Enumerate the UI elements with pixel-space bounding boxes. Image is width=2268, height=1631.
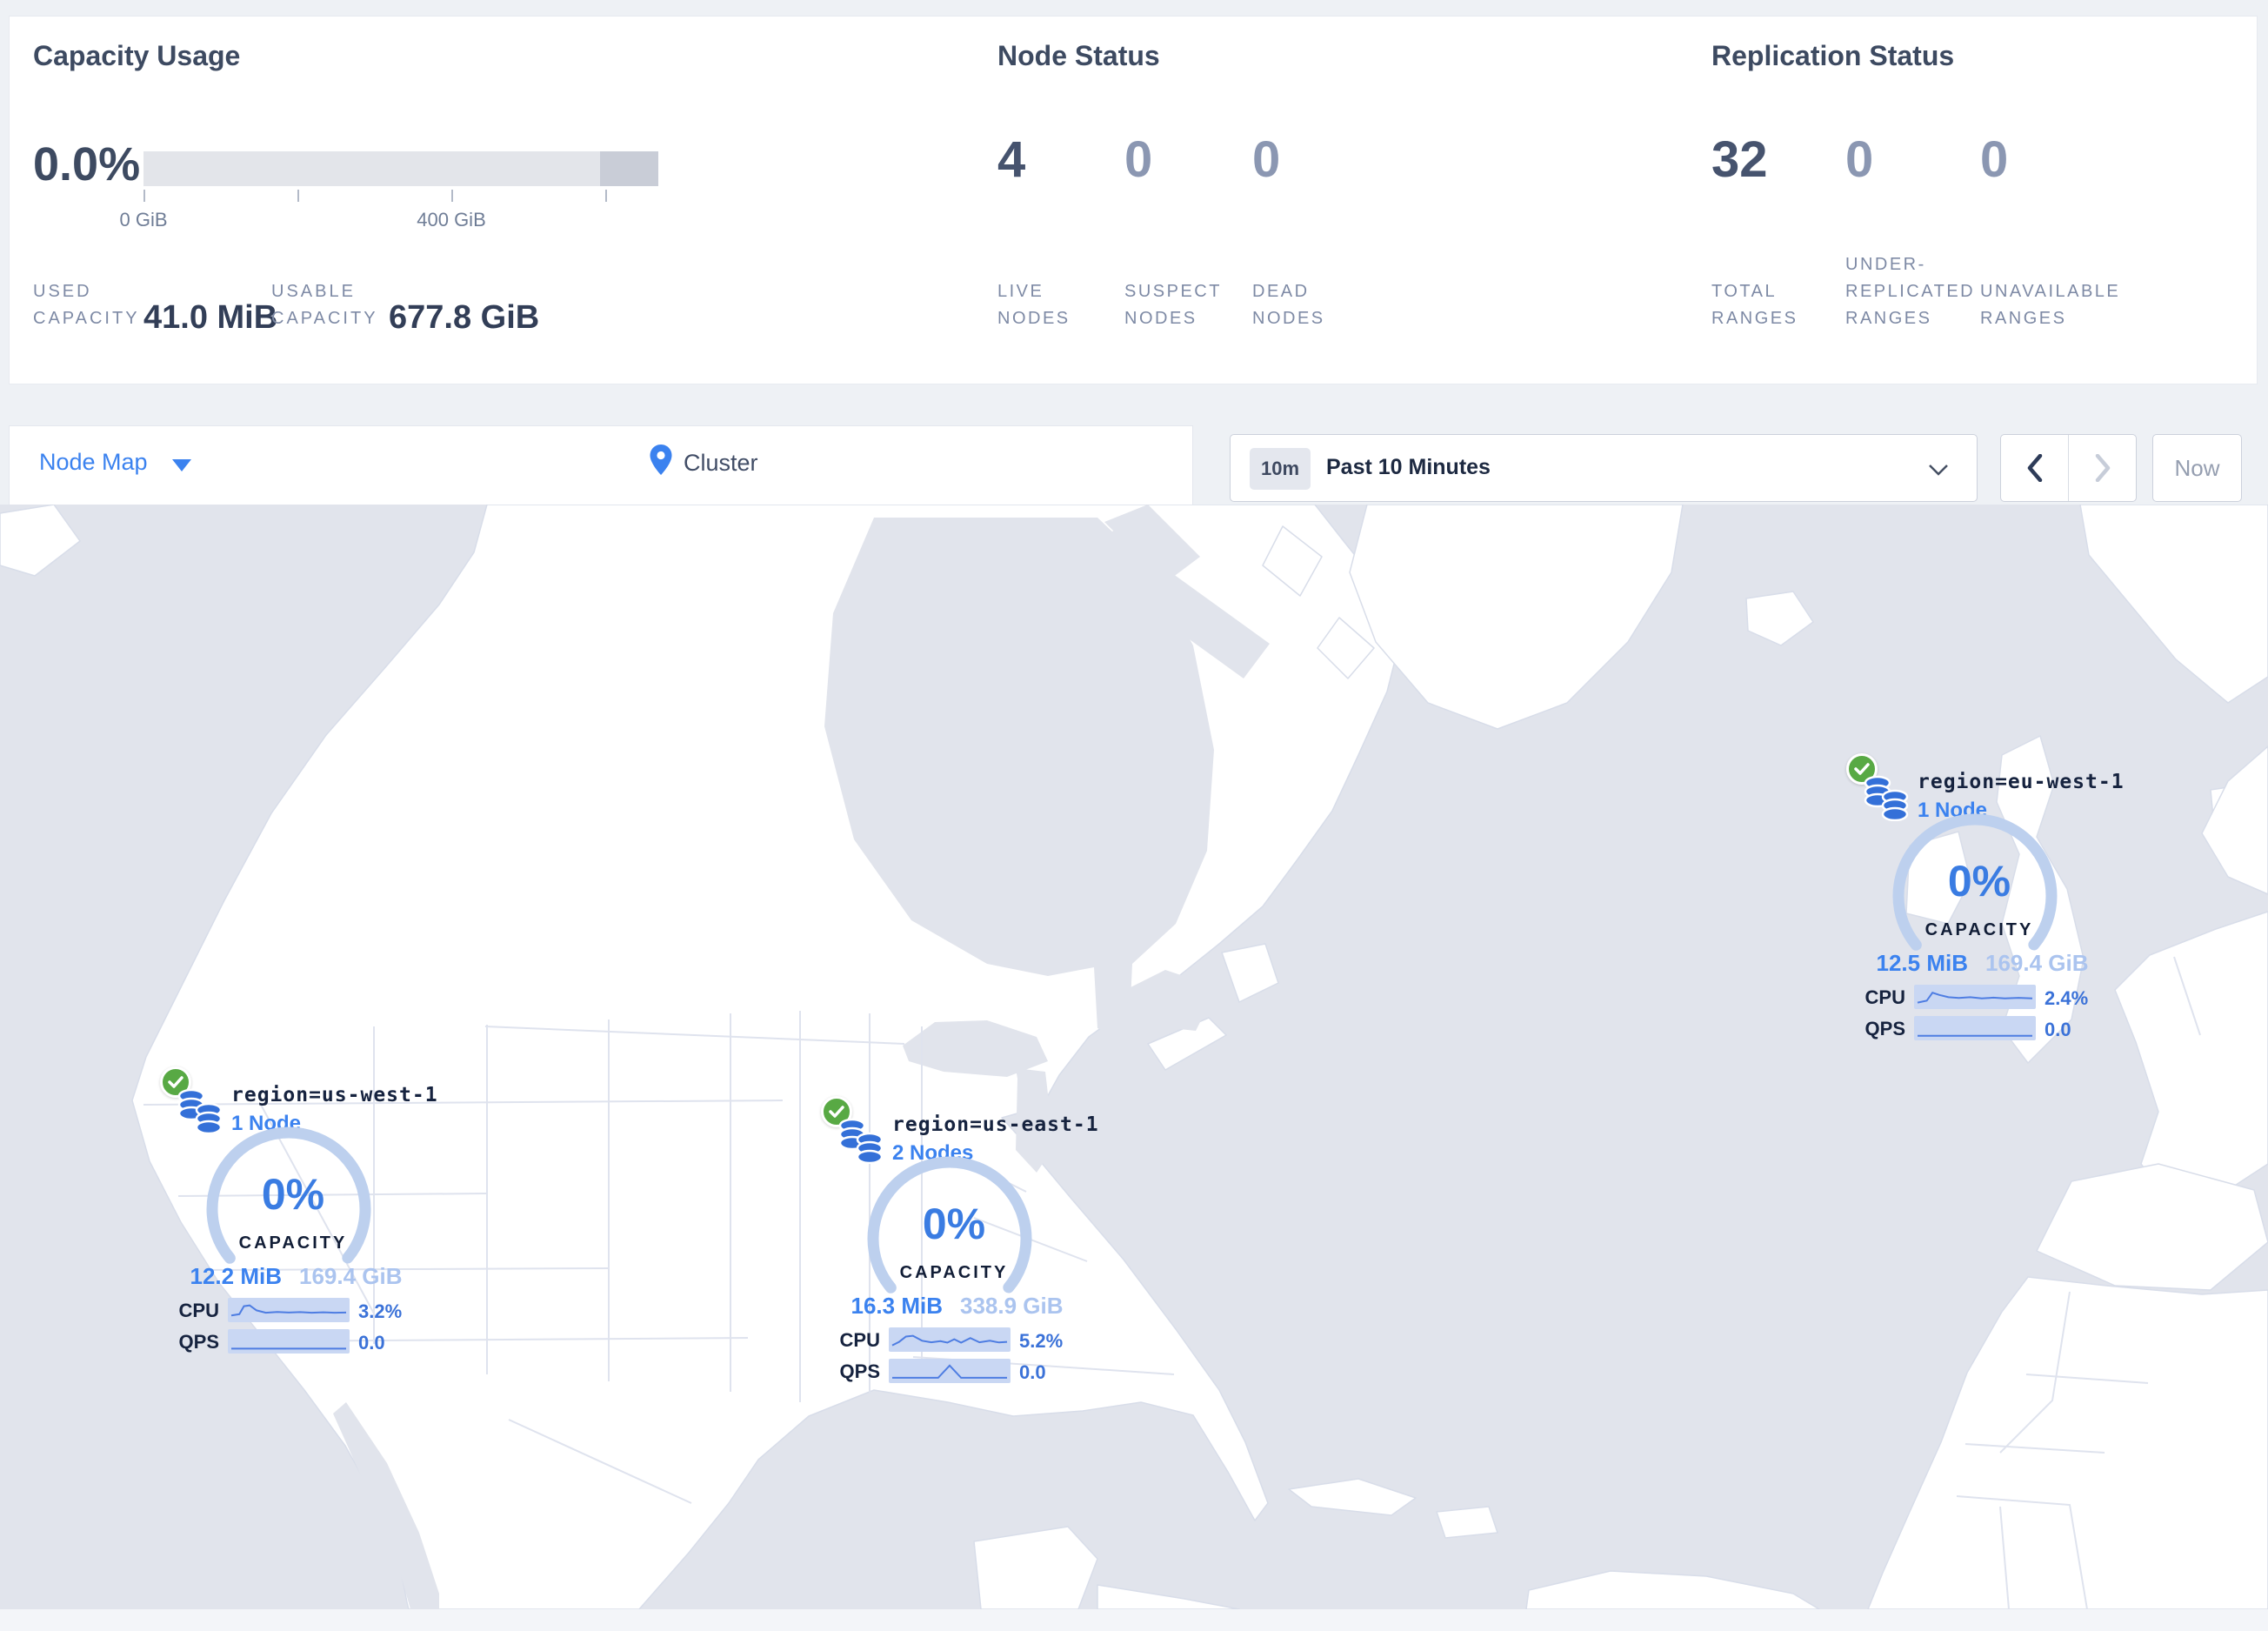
region-capacity-label: CAPACITY [238,1233,348,1253]
region-total-capacity: 338.9 GiB [960,1293,1064,1319]
view-selector-dropdown[interactable]: Node Map [39,449,148,476]
replication-status-title: Replication Status [1711,40,1955,71]
capacity-usage-bar [143,151,658,186]
region-used-capacity: 16.3 MiB [850,1293,944,1319]
metric-label: DEAD NODES [1252,282,1325,328]
capacity-axis-tick [297,190,299,202]
region-total-capacity: 169.4 GiB [299,1263,403,1289]
capacity-usage-title: Capacity Usage [33,40,241,71]
region-used-capacity: 12.2 MiB [190,1263,283,1289]
region-marker-us-west-1[interactable]: region=us-west-1 1 Node 0% CAPACITY 12.2 MiB… [158,1026,437,1370]
qps-label: QPS [1864,1018,1905,1039]
region-marker-eu-west-1[interactable]: region=eu-west-1 1 Node 0% CAPACITY 12.5 MiB… [1844,713,2124,1057]
cpu-value: 2.4% [2045,987,2089,1009]
node-status-title: Node Status [997,40,1160,71]
qps-value: 0.0 [1019,1361,1046,1383]
region-capacity-percent: 0% [1947,857,2011,906]
capacity-axis-tick-label: 400 GiB [417,209,486,231]
footer-strip [0,1609,2268,1631]
metric-label: UNDER- REPLICATED RANGES [1845,255,1976,328]
region-label: region=us-east-1 [892,1113,1099,1136]
qps-sparkline [1914,1016,2036,1040]
qps-value: 0.0 [358,1332,385,1354]
capacity-axis: 0 GiB 400 GiB [119,190,658,233]
region-label: region=us-west-1 [231,1084,438,1106]
chevron-down-icon [1929,465,1948,476]
region-capacity-percent: 0% [922,1200,986,1248]
usable-capacity-label: USABLE CAPACITY [271,282,378,328]
chevron-right-icon [2095,454,2110,482]
metric-value: 0 [1252,131,1281,188]
cpu-sparkline [889,1327,1011,1352]
breadcrumb-cluster[interactable]: Cluster [684,450,758,477]
africa-landmass [1867,1276,2268,1610]
time-range-dropdown[interactable]: 10m Past 10 Minutes [1230,434,1978,502]
region-capacity-percent: 0% [261,1170,325,1219]
location-pin-icon [650,445,672,475]
capacity-usage-percent: 0.0% [33,138,141,191]
used-capacity-label: USED CAPACITY [33,282,140,328]
cpu-sparkline [1914,985,2036,1009]
metric-label: SUSPECT NODES [1124,282,1222,328]
cpu-value: 5.2% [1019,1330,1064,1352]
chevron-left-icon [2027,454,2042,482]
capacity-axis-tick-label: 0 GiB [119,209,168,231]
qps-sparkline [889,1359,1011,1383]
metric-value: 4 [997,131,1026,188]
region-used-capacity: 12.5 MiB [1876,950,1969,976]
capacity-axis-tick [143,190,145,202]
cpu-label: CPU [178,1300,219,1321]
qps-label: QPS [839,1360,880,1382]
metric-value: 0 [1845,131,1874,188]
region-marker-us-east-1[interactable]: region=us-east-1 2 Nodes 0% CAPACITY 16.3 Mi… [819,1056,1098,1400]
qps-value: 0.0 [2045,1019,2071,1040]
metric-value: 0 [1124,131,1153,188]
world-map: region=us-west-1 1 Node 0% CAPACITY 12.2 MiB… [0,504,2268,1610]
time-prev-button[interactable] [2001,435,2069,501]
capacity-bar-reserved-segment [600,151,658,186]
capacity-axis-tick [451,190,453,202]
cpu-value: 3.2% [358,1300,403,1322]
now-button[interactable]: Now [2152,434,2242,502]
qps-label: QPS [178,1331,219,1353]
chevron-down-icon [172,459,191,471]
node-map-page: Capacity Usage 0.0% 0 GiB 400 GiB USED CA… [0,0,2268,1631]
region-total-capacity: 169.4 GiB [1985,950,2089,976]
used-capacity-value: 41.0 MiB [143,299,278,336]
metric-value: 32 [1711,131,1768,188]
time-range-badge: 10m [1250,448,1311,490]
qps-sparkline [228,1329,350,1354]
region-capacity-label: CAPACITY [1924,920,2034,939]
metric-label: UNAVAILABLE RANGES [1980,282,2121,328]
time-nav-group [2000,434,2137,502]
region-label: region=eu-west-1 [1918,771,2125,793]
cpu-sparkline [228,1298,350,1322]
time-next-button[interactable] [2069,435,2136,501]
time-range-label: Past 10 Minutes [1326,455,1491,479]
metric-label: LIVE NODES [997,282,1071,328]
capacity-axis-tick [605,190,607,202]
metric-label: TOTAL RANGES [1711,282,1798,328]
usable-capacity-value: 677.8 GiB [389,299,540,336]
cpu-label: CPU [839,1329,880,1351]
region-capacity-label: CAPACITY [899,1263,1009,1282]
metric-value: 0 [1980,131,2009,188]
cpu-label: CPU [1864,986,1905,1008]
